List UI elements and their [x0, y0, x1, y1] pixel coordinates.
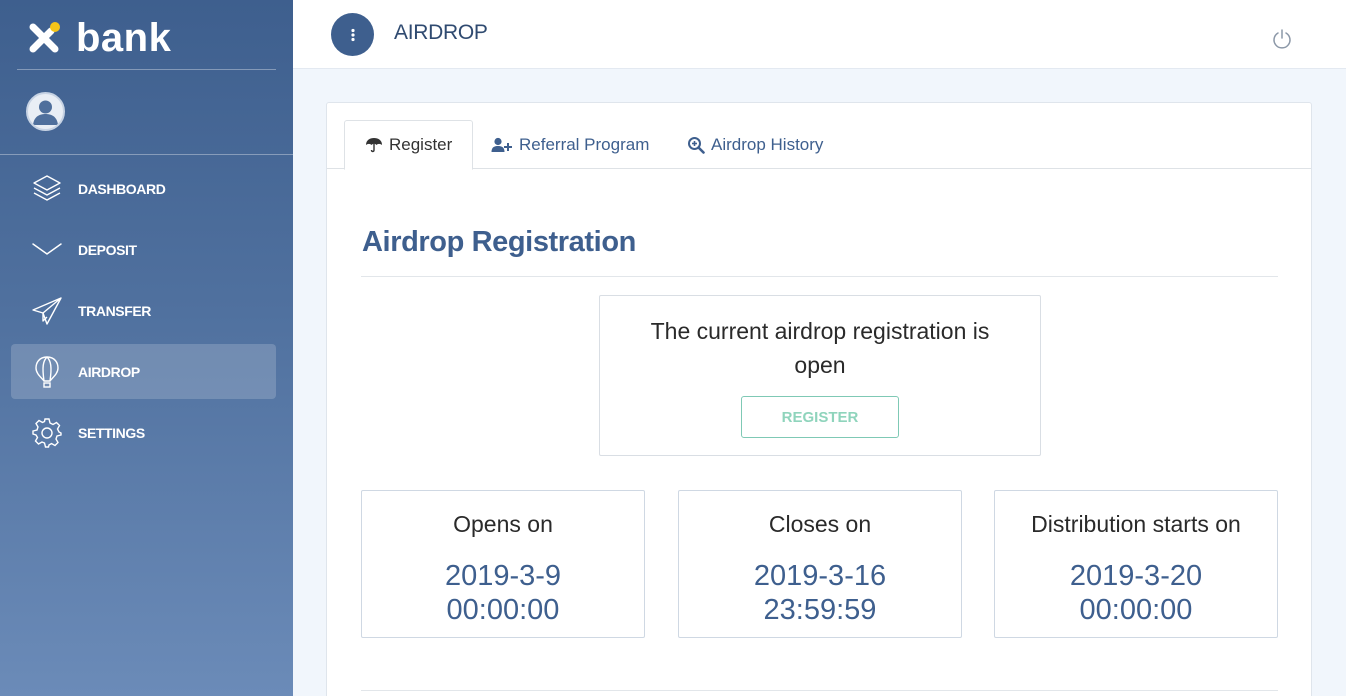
distribution-starts-value: 2019-3-20 00:00:00	[995, 559, 1277, 627]
sidebar-nav: DASHBOARD DEPOSIT TRANSFER AIRDROP SETTI…	[11, 161, 276, 466]
sidebar-item-settings[interactable]: SETTINGS	[11, 405, 276, 460]
brand-name: bank	[76, 15, 172, 60]
closes-on-date: 2019-3-16	[753, 560, 887, 592]
user-icon	[33, 100, 58, 125]
sidebar-divider	[17, 69, 276, 70]
divider	[361, 276, 1278, 277]
register-button[interactable]: REGISTER	[741, 396, 899, 438]
opens-on-date: 2019-3-9	[444, 560, 562, 592]
tab-airdrop-history[interactable]: Airdrop History	[667, 120, 843, 169]
sidebar-item-deposit[interactable]: DEPOSIT	[11, 222, 276, 277]
registration-status-box: The current airdrop registration is open…	[599, 295, 1041, 456]
closes-on-box: Closes on 2019-3-16 23:59:59	[678, 490, 962, 638]
sidebar-item-dashboard[interactable]: DASHBOARD	[11, 161, 276, 216]
balloon-icon	[29, 354, 65, 390]
tab-label: Register	[389, 135, 453, 154]
gear-icon	[29, 415, 65, 451]
tab-register[interactable]: Register	[344, 120, 474, 170]
divider	[361, 690, 1278, 691]
chevron-down-icon	[29, 232, 65, 268]
opens-on-value: 2019-3-9 00:00:00	[362, 559, 644, 627]
tab-label: Airdrop History	[711, 134, 824, 154]
page-title: AIRDROP	[394, 21, 488, 44]
opens-on-box: Opens on 2019-3-9 00:00:00	[361, 490, 645, 638]
closes-on-time: 23:59:59	[763, 594, 877, 626]
sidebar: bank DASHBOARD DEPOSIT TRANSFER AIRDROP …	[0, 0, 293, 696]
sidebar-divider	[0, 154, 293, 155]
layers-icon	[29, 171, 65, 207]
closes-on-value: 2019-3-16 23:59:59	[679, 559, 961, 627]
sidebar-item-label: TRANSFER	[78, 302, 152, 319]
closes-on-label: Closes on	[768, 511, 872, 537]
power-icon	[1273, 29, 1291, 49]
sidebar-item-transfer[interactable]: TRANSFER	[11, 283, 276, 338]
more-vertical-icon	[350, 28, 355, 41]
distribution-starts-box: Distribution starts on 2019-3-20 00:00:0…	[994, 490, 1278, 638]
opens-on-time: 00:00:00	[446, 594, 560, 626]
search-plus-icon	[687, 136, 705, 154]
top-header: AIRDROP	[293, 0, 1346, 69]
tab-bar: Register Referral Program Airdrop Histor…	[327, 120, 1311, 170]
menu-button[interactable]	[331, 13, 374, 56]
opens-on-label: Opens on	[453, 511, 553, 537]
sidebar-item-label: SETTINGS	[78, 424, 145, 441]
sidebar-item-label: AIRDROP	[78, 363, 140, 380]
sidebar-item-label: DASHBOARD	[78, 180, 166, 197]
sidebar-item-label: DEPOSIT	[78, 241, 137, 258]
paper-plane-icon	[29, 293, 65, 329]
distribution-starts-date: 2019-3-20	[1069, 560, 1203, 592]
brand[interactable]: bank	[26, 14, 171, 62]
section-title: Airdrop Registration	[362, 226, 636, 258]
distribution-starts-label: Distribution starts on	[1031, 511, 1241, 537]
avatar[interactable]	[26, 92, 65, 131]
registration-status-text: The current airdrop registration is open	[650, 318, 990, 378]
airdrop-card: Register Referral Program Airdrop Histor…	[326, 102, 1312, 696]
brand-logo-icon	[26, 20, 62, 56]
distribution-starts-time: 00:00:00	[1079, 594, 1193, 626]
sidebar-item-airdrop[interactable]: AIRDROP	[11, 344, 276, 399]
tab-label: Referral Program	[519, 134, 650, 154]
logout-button[interactable]	[1271, 28, 1293, 50]
user-plus-icon	[491, 137, 513, 153]
umbrella-icon	[365, 137, 383, 153]
tab-referral-program[interactable]: Referral Program	[471, 120, 669, 169]
